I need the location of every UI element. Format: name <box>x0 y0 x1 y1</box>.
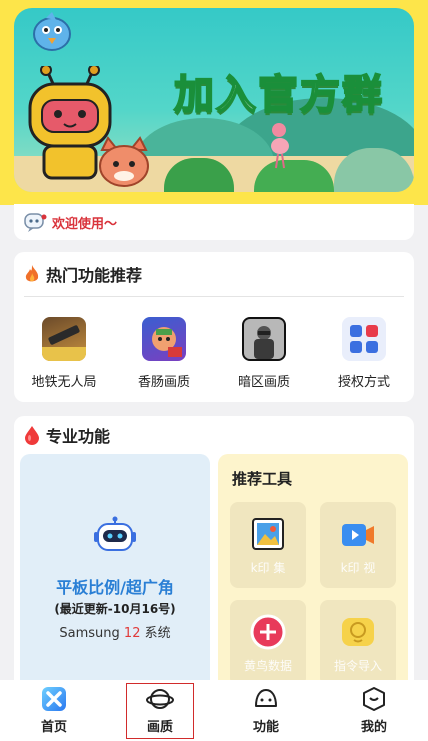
tablet-ratio-update: (最近更新-10月16号) <box>54 602 176 616</box>
hot-features-card: 热门功能推荐 地铁无人局 香肠画质 暗区画质 授权方式 <box>14 252 414 402</box>
dark-zone-game-icon <box>242 317 286 361</box>
tool-item-video[interactable]: k印 视 <box>320 502 396 588</box>
tab-label: 功能 <box>252 720 279 735</box>
tool-label: 黄鸟数据 <box>243 659 292 673</box>
welcome-text: 欢迎使用～ <box>52 216 118 232</box>
tool-label: 指令导入 <box>333 659 382 673</box>
cat-character-icon <box>99 136 149 187</box>
water-drop-icon <box>25 426 39 445</box>
grid-blocks-icon <box>342 317 386 361</box>
flamingo-icon <box>271 123 289 169</box>
pro-section-header: 专业功能 <box>14 416 414 454</box>
function-icon <box>255 689 277 707</box>
tablet-ratio-system: Samsung 12 系统 <box>20 622 210 641</box>
sausage-game-icon <box>142 317 186 361</box>
image-frame-icon <box>252 518 284 550</box>
recommended-tools-panel: 推荐工具 k印 集 k印 视 黄鸟数据 指令导入 <box>218 454 408 694</box>
hot-item-authorization[interactable]: 授权方式 <box>319 317 409 390</box>
hot-item-metro[interactable]: 地铁无人局 <box>19 317 109 390</box>
hot-item-sausage[interactable]: 香肠画质 <box>119 317 209 390</box>
tool-item-command[interactable]: 指令导入 <box>320 600 396 686</box>
tab-home[interactable]: 首页 <box>19 684 89 738</box>
join-group-banner[interactable]: 加入官方群 <box>14 8 414 192</box>
planet-icon <box>146 689 174 709</box>
pro-section-title: 专业功能 <box>46 427 111 446</box>
system-version: 12 <box>123 626 141 641</box>
tablet-ratio-card[interactable]: 平板比例/超广角 (最近更新-10月16号) Samsung 12 系统 <box>20 454 210 694</box>
tools-title: 推荐工具 <box>232 470 293 488</box>
tool-item-data[interactable]: 黄鸟数据 <box>230 600 306 686</box>
home-icon <box>42 687 66 711</box>
hot-item-label: 授权方式 <box>337 375 390 390</box>
system-prefix: Samsung <box>59 626 124 641</box>
tab-profile[interactable]: 我的 <box>339 684 409 738</box>
tool-item-image[interactable]: k印 集 <box>230 502 306 588</box>
blue-bird-icon <box>33 12 71 51</box>
hot-section-header: 热门功能推荐 <box>14 252 414 296</box>
welcome-bar: 欢迎使用～ <box>14 204 414 240</box>
robot-icon <box>94 516 136 551</box>
tab-label: 画质 <box>146 720 173 735</box>
chat-robot-icon <box>24 213 47 232</box>
tab-label: 我的 <box>360 720 387 735</box>
tab-function[interactable]: 功能 <box>231 684 301 738</box>
chat-bubble-icon <box>342 618 374 646</box>
system-suffix: 系统 <box>140 626 171 641</box>
bottom-tab-bar: 首页 画质 功能 我的 <box>0 680 428 741</box>
tab-quality[interactable]: 画质 <box>126 682 194 739</box>
tab-label: 首页 <box>40 720 67 735</box>
hot-item-label: 暗区画质 <box>237 375 290 390</box>
metro-game-icon <box>42 317 86 361</box>
hot-section-title: 热门功能推荐 <box>46 266 143 285</box>
profile-icon <box>363 687 385 711</box>
hot-item-dark-zone[interactable]: 暗区画质 <box>219 317 309 390</box>
tool-label: k印 集 <box>250 561 286 575</box>
hot-item-label: 香肠画质 <box>137 375 190 390</box>
fire-icon <box>25 265 39 282</box>
video-camera-icon <box>342 524 374 546</box>
tool-label: k印 视 <box>340 561 376 575</box>
tablet-ratio-title: 平板比例/超广角 <box>56 578 174 597</box>
hot-item-label: 地铁无人局 <box>31 375 97 390</box>
banner-title: 加入官方群 <box>173 71 384 119</box>
pro-features-card: 专业功能 平板比例/超广角 (最近更新-10月16号) Samsung 12 系… <box>14 416 414 706</box>
plus-circle-icon <box>250 614 286 650</box>
